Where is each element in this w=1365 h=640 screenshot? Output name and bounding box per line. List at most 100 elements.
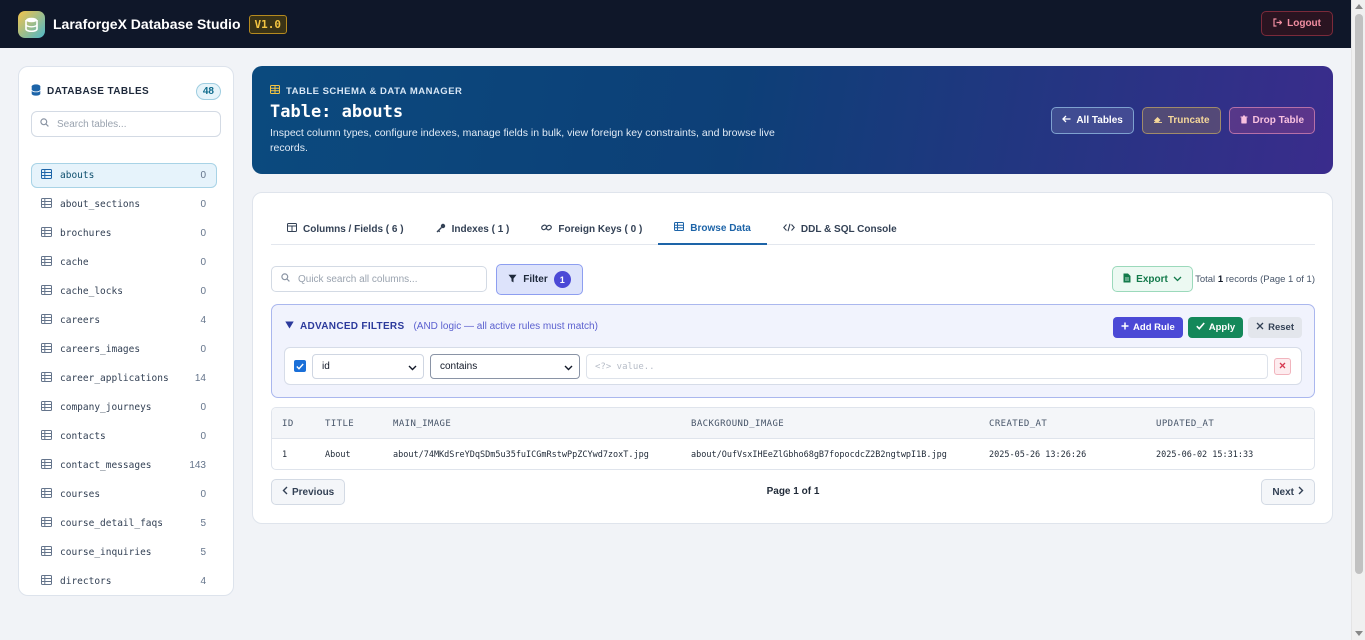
- banner-description: Inspect column types, configure indexes,…: [270, 127, 775, 154]
- table-icon: [41, 488, 52, 501]
- next-page-button[interactable]: Next: [1261, 479, 1315, 505]
- funnel-icon: [508, 274, 517, 286]
- sidebar-item-row-count: 0: [200, 286, 206, 297]
- scroll-down-arrow-icon[interactable]: [1355, 631, 1363, 636]
- column-header[interactable]: MAIN_IMAGE: [393, 408, 451, 439]
- sidebar-item-label: abouts: [60, 170, 95, 181]
- column-header[interactable]: TITLE: [325, 408, 354, 439]
- top-bar: LaraforgeX Database Studio V1.0 Logout: [0, 0, 1351, 48]
- sidebar-item-company-journeys[interactable]: company_journeys 0: [31, 395, 217, 420]
- sidebar-item-row-count: 14: [194, 373, 206, 384]
- sidebar-item-directors[interactable]: directors 4: [31, 569, 217, 594]
- column-header[interactable]: BACKGROUND_IMAGE: [691, 408, 784, 439]
- sidebar-item-label: course_detail_faqs: [60, 518, 163, 529]
- table-icon: [41, 546, 52, 559]
- sidebar-item-contact-messages[interactable]: contact_messages 143: [31, 453, 217, 478]
- sidebar-item-career-applications[interactable]: career_applications 14: [31, 366, 217, 391]
- reset-button[interactable]: Reset: [1248, 317, 1302, 338]
- sidebar-item-row-count: 4: [200, 315, 206, 326]
- filter-button[interactable]: Filter 1: [496, 264, 583, 295]
- column-header[interactable]: UPDATED_AT: [1156, 408, 1214, 439]
- all-tables-button[interactable]: All Tables: [1051, 107, 1134, 134]
- sidebar-item-abouts[interactable]: abouts 0: [31, 163, 217, 188]
- truncate-label: Truncate: [1167, 115, 1210, 126]
- page-indicator: Page 1 of 1: [766, 486, 820, 497]
- column-header[interactable]: CREATED_AT: [989, 408, 1047, 439]
- table-cell: 1: [282, 449, 288, 460]
- code-icon: [782, 223, 795, 235]
- sidebar-item-row-count: 143: [189, 460, 206, 471]
- sidebar-header: DATABASE TABLES 48: [19, 67, 233, 101]
- tab-browse-data-label: Browse Data: [690, 222, 751, 234]
- table-icon: [41, 198, 52, 211]
- sidebar-item-careers-images[interactable]: careers_images 0: [31, 337, 217, 362]
- filter-count-badge: 1: [553, 271, 571, 288]
- table-count-badge: 48: [195, 82, 221, 100]
- tab-browse-data[interactable]: Browse Data: [658, 213, 767, 245]
- total-suffix: records (Page 1 of 1): [1223, 274, 1315, 285]
- trash-icon: [1240, 115, 1248, 127]
- sidebar-item-cache-locks[interactable]: cache_locks 0: [31, 279, 217, 304]
- sidebar-item-row-count: 0: [200, 344, 206, 355]
- tab-foreign-keys[interactable]: Foreign Keys ( 0 ): [525, 213, 658, 245]
- sidebar-item-about-sections[interactable]: about_sections 0: [31, 192, 217, 217]
- rule-enabled-checkbox[interactable]: [294, 360, 306, 372]
- rule-value-placeholder: <?> value..: [595, 361, 655, 372]
- rule-operator-select[interactable]: contains: [430, 354, 580, 379]
- sidebar-item-cache[interactable]: cache 0: [31, 250, 217, 275]
- sidebar-item-course-detail-faqs[interactable]: course_detail_faqs 5: [31, 511, 217, 536]
- close-icon: [1256, 322, 1264, 333]
- drop-table-button[interactable]: Drop Table: [1228, 107, 1315, 134]
- database-icon: [31, 83, 41, 99]
- sidebar-title: DATABASE TABLES: [47, 85, 150, 97]
- scroll-up-arrow-icon[interactable]: [1355, 4, 1363, 9]
- tab-indexes[interactable]: Indexes ( 1 ): [420, 213, 526, 245]
- tab-indexes-label: Indexes ( 1 ): [451, 223, 510, 235]
- advanced-filters-actions: Add Rule Apply Reset: [1113, 317, 1302, 338]
- key-icon: [436, 223, 446, 236]
- export-dropdown-button[interactable]: Export: [1112, 266, 1193, 292]
- truncate-button[interactable]: Truncate: [1141, 107, 1221, 134]
- sidebar-item-label: contacts: [60, 431, 106, 442]
- page-scrollbar[interactable]: [1351, 0, 1365, 640]
- sidebar-item-contacts[interactable]: contacts 0: [31, 424, 217, 449]
- rule-operator-value: contains: [440, 361, 478, 372]
- tab-ddl-sql[interactable]: DDL & SQL Console: [767, 213, 913, 245]
- sidebar-item-careers[interactable]: careers 4: [31, 308, 217, 333]
- table-search-placeholder: Search tables...: [57, 118, 127, 130]
- sidebar-item-label: about_sections: [60, 199, 141, 210]
- quick-search-input[interactable]: Quick search all columns...: [271, 266, 487, 292]
- rule-value-input[interactable]: <?> value..: [586, 354, 1268, 379]
- filter-label: Filter: [523, 274, 548, 285]
- tables-sidebar: DATABASE TABLES 48 Search tables... abou…: [18, 66, 234, 596]
- tab-columns[interactable]: Columns / Fields ( 6 ): [271, 213, 420, 245]
- scrollbar-thumb[interactable]: [1355, 14, 1363, 574]
- logout-icon: [1273, 17, 1283, 30]
- table-row[interactable]: 1 About about/74MKdSreYDqSDm5u35fuICGmRstw…: [272, 439, 1314, 469]
- table-icon: [41, 314, 52, 327]
- table-icon: [41, 227, 52, 240]
- sidebar-item-label: contact_messages: [60, 460, 152, 471]
- drop-table-label: Drop Table: [1252, 115, 1304, 126]
- table-icon: [41, 285, 52, 298]
- search-icon: [281, 273, 290, 285]
- sidebar-item-course-inquiries[interactable]: course_inquiries 5: [31, 540, 217, 565]
- table-search-input[interactable]: Search tables...: [31, 111, 221, 137]
- add-rule-button[interactable]: Add Rule: [1113, 317, 1183, 338]
- sidebar-item-courses[interactable]: courses 0: [31, 482, 217, 507]
- advanced-filters-header: ADVANCED FILTERS (AND logic — all active…: [285, 321, 598, 332]
- arrow-left-icon: [1062, 115, 1071, 126]
- sidebar-item-label: careers_images: [60, 344, 141, 355]
- banner-eyebrow-text: TABLE SCHEMA & DATA MANAGER: [286, 85, 463, 97]
- logout-button[interactable]: Logout: [1261, 11, 1333, 36]
- quick-search-placeholder: Quick search all columns...: [298, 273, 418, 285]
- sidebar-item-row-count: 0: [200, 199, 206, 210]
- table-header-row: ID TITLE MAIN_IMAGE BACKGROUND_IMAGE CREATED…: [272, 408, 1314, 439]
- close-icon: [1279, 361, 1286, 372]
- advanced-filters-subtitle: (AND logic — all active rules must match…: [413, 321, 598, 332]
- sidebar-item-brochures[interactable]: brochures 0: [31, 221, 217, 246]
- apply-button[interactable]: Apply: [1187, 317, 1244, 338]
- rule-field-select[interactable]: id: [312, 354, 424, 379]
- column-header[interactable]: ID: [282, 408, 294, 439]
- remove-rule-button[interactable]: [1274, 358, 1291, 375]
